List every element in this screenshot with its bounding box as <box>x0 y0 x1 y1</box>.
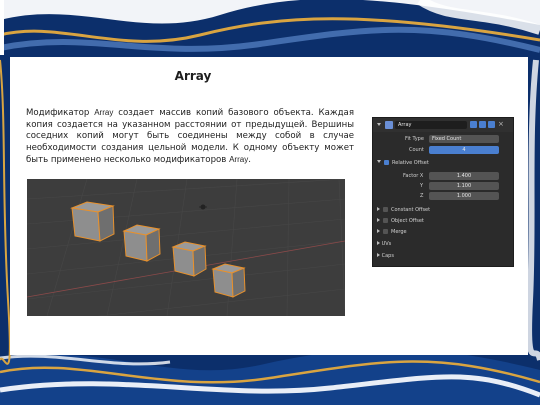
blender-viewport-image <box>27 179 345 316</box>
edit-mode-toggle-icon[interactable] <box>470 121 477 128</box>
body-text-part1: Модификатор <box>26 108 95 118</box>
merge-checkbox[interactable] <box>383 229 388 234</box>
relative-offset-checkbox[interactable] <box>384 160 389 165</box>
caps-label: Caps <box>381 253 394 259</box>
cube-3 <box>171 241 207 277</box>
constant-offset-row[interactable]: Constant Offset <box>377 206 430 214</box>
body-text-part3: . <box>248 155 251 166</box>
factor-y-label: Y <box>420 183 424 189</box>
count-input[interactable]: 4 <box>429 146 499 154</box>
cube-2 <box>122 224 161 262</box>
realtime-display-icon[interactable] <box>479 121 486 128</box>
uvs-label: UVs <box>381 241 392 247</box>
factor-z-label: Z <box>420 193 424 199</box>
expand-arrow-icon <box>377 160 381 163</box>
object-offset-row[interactable]: Object Offset <box>377 217 424 225</box>
constant-offset-checkbox[interactable] <box>383 207 388 212</box>
merge-row[interactable]: Merge <box>377 228 407 236</box>
factor-x-label: Factor X <box>403 173 424 179</box>
merge-label: Merge <box>391 229 407 235</box>
cube-4 <box>211 263 246 298</box>
array-modifier-panel: Array × Fit Type Fixed Count Count 4 Rel… <box>372 117 514 267</box>
factor-y-input[interactable]: 1.100 <box>429 182 499 190</box>
object-offset-label: Object Offset <box>391 218 424 224</box>
factor-x-input[interactable]: 1.400 <box>429 172 499 180</box>
collapse-arrow-icon[interactable] <box>377 123 381 126</box>
slide-title: Array <box>174 69 212 83</box>
relative-offset-row[interactable]: Relative Offset <box>377 159 429 167</box>
expand-arrow-icon <box>377 241 380 245</box>
slide-body-text: Модификатор Array создает массив копий б… <box>26 107 354 167</box>
wrench-icon <box>385 121 393 129</box>
expand-arrow-icon <box>377 253 380 257</box>
fit-type-select[interactable]: Fixed Count <box>429 135 499 143</box>
body-term-array-2: Array <box>229 155 249 165</box>
modifier-header: Array × <box>373 118 513 132</box>
constant-offset-label: Constant Offset <box>391 207 431 213</box>
cube-1 <box>70 201 115 242</box>
fit-type-label: Fit Type <box>405 136 424 142</box>
slide-card: Array Модификатор Array создает массив к… <box>10 57 528 355</box>
object-offset-checkbox[interactable] <box>383 218 388 223</box>
relative-offset-label: Relative Offset <box>392 160 429 166</box>
modifier-name-input[interactable]: Array <box>395 121 467 129</box>
render-toggle-icon[interactable] <box>488 121 495 128</box>
uvs-row[interactable]: UVs <box>377 240 391 248</box>
expand-arrow-icon <box>377 207 380 211</box>
body-term-array-1: Array <box>94 108 114 117</box>
close-icon[interactable]: × <box>498 120 504 128</box>
expand-arrow-icon <box>377 229 380 233</box>
expand-arrow-icon <box>377 218 380 222</box>
caps-row[interactable]: Caps <box>377 252 394 260</box>
count-label: Count <box>409 147 424 153</box>
viewport-render <box>27 179 345 316</box>
factor-z-input[interactable]: 1.000 <box>429 192 499 200</box>
